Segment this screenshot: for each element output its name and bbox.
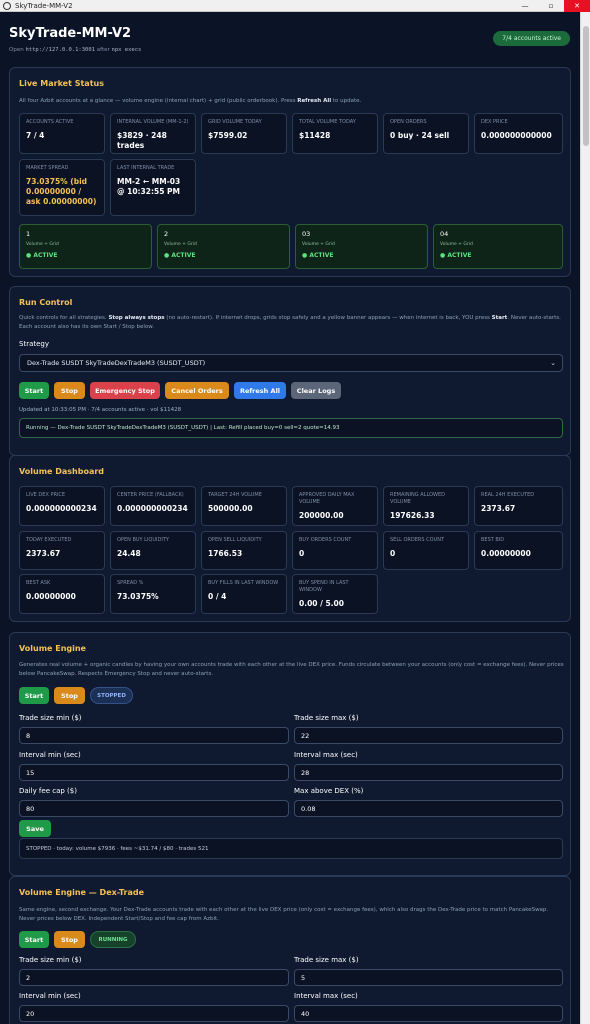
scrollbar-thumb[interactable] — [583, 26, 589, 146]
stat-buy-spend: BUY SPEND IN LAST WINDOW 0.00 / 5.00 — [292, 574, 378, 614]
page-title: SkyTrade-MM-V2 — [9, 26, 132, 41]
close-button[interactable]: ✕ — [564, 0, 590, 12]
engine-log: STOPPED · today: volume $7936 · fees ~$3… — [19, 838, 563, 859]
engine-status-badge: STOPPED — [90, 687, 133, 704]
status-badge: ● ACTIVE — [302, 252, 334, 259]
section-title: Volume Dashboard — [19, 467, 105, 476]
stat-today-executed: TODAY EXECUTED 2373.67 — [19, 531, 105, 570]
interval-min-label: Interval min (sec) — [19, 751, 81, 759]
page-subtitle: Open http://127.0.0.1:3001 after npx exe… — [9, 47, 142, 53]
stat-best-ask: BEST ASK 0.00000000 — [19, 574, 105, 614]
interval-max-input[interactable]: 28 — [294, 764, 563, 781]
volume-engine-card: Volume Engine Generates real volume + or… — [9, 632, 571, 876]
cancel-orders-button[interactable]: Cancel Orders — [165, 382, 229, 399]
updated-status: Updated at 10:33:05 PM · 7/4 accounts ac… — [19, 407, 182, 413]
stat-buy-fills: BUY FILLS IN LAST WINDOW 0 / 4 — [201, 574, 287, 614]
live-market-card: Live Market Status All four Azbit accoun… — [9, 67, 571, 277]
section-description: Same engine, second exchange. Your Dex-T… — [19, 907, 549, 922]
window-title: SkyTrade-MM-V2 — [15, 1, 73, 10]
stat-market-spread: MARKET SPREAD 73.0375% (bid 0.00000000 / … — [19, 159, 105, 216]
start-button[interactable]: Start — [19, 382, 49, 399]
trade-max-label: Trade size max ($) — [294, 714, 359, 722]
accounts-active-badge: 7/4 accounts active — [493, 31, 570, 46]
dex-engine-stop-button[interactable]: Stop — [54, 931, 85, 948]
interval-max-label: Interval max (sec) — [294, 751, 358, 759]
dex-trade-min-input[interactable]: 2 — [19, 969, 289, 986]
dex-trade-max-input[interactable]: 5 — [294, 969, 563, 986]
run-control-card: Run Control Quick controls for all strat… — [9, 286, 571, 456]
refresh-all-button[interactable]: Refresh All — [234, 382, 286, 399]
section-title: Volume Engine — Dex-Trade — [19, 888, 144, 897]
stat-grid-volume: GRID VOLUME TODAY $7599.02 — [201, 113, 287, 154]
stat-open-sell-liquidity: OPEN SELL LIQUIDITY 1766.53 — [201, 531, 287, 570]
page-content: SkyTrade-MM-V2 Open http://127.0.0.1:300… — [0, 12, 580, 1024]
dex-interval-min-input[interactable]: 20 — [19, 1005, 289, 1022]
stat-spread: SPREAD % 73.0375% — [110, 574, 196, 614]
dex-interval-max-input[interactable]: 40 — [294, 1005, 563, 1022]
max-above-dex-input[interactable]: 0.08 — [294, 800, 563, 817]
stat-open-orders: OPEN ORDERS 0 buy · 24 sell — [383, 113, 469, 154]
volume-dashboard-card: Volume Dashboard LIVE DEX PRICE 0.0000000… — [9, 455, 571, 622]
max-above-dex-label: Max above DEX (%) — [294, 787, 364, 795]
stat-remaining-volume: REMAINING ALLOWED VOLUME 197626.33 — [383, 486, 469, 526]
stat-sell-orders-count: SELL ORDERS COUNT 0 — [383, 531, 469, 570]
stat-total-volume: TOTAL VOLUME TODAY $11428 — [292, 113, 378, 154]
app-icon — [3, 1, 11, 10]
account-card-3[interactable]: 03 Volume + Grid ● ACTIVE — [295, 224, 428, 269]
stat-last-internal-trade: LAST INTERNAL TRADE MM-2 ← MM-03 @ 10:32:… — [110, 159, 196, 216]
strategy-label: Strategy — [19, 340, 49, 348]
page-header: SkyTrade-MM-V2 Open http://127.0.0.1:300… — [9, 26, 571, 70]
emergency-stop-button[interactable]: Emergency Stop — [90, 382, 160, 399]
section-description: Quick controls for all strategies. Stop … — [19, 315, 561, 330]
trade-min-input[interactable]: 8 — [19, 727, 289, 744]
dex-trade-min-label: Trade size min ($) — [19, 956, 82, 964]
fee-cap-input[interactable]: 80 — [19, 800, 289, 817]
engine-stop-button[interactable]: Stop — [54, 687, 85, 704]
dex-trade-engine-card: Volume Engine — Dex-Trade Same engine, s… — [9, 876, 571, 1024]
status-badge: ● ACTIVE — [440, 252, 472, 259]
stop-button[interactable]: Stop — [54, 382, 85, 399]
run-log: Running — Dex-Trade SUSDT SkyTradeDexTra… — [19, 418, 563, 438]
stat-internal-volume: INTERNAL VOLUME (MM-1-2) $3829 · 248 trad… — [110, 113, 196, 154]
account-card-4[interactable]: 04 Volume + Grid ● ACTIVE — [433, 224, 563, 269]
stat-approved-max-volume: APPROVED DAILY MAX VOLUME 200000.00 — [292, 486, 378, 526]
dex-trade-max-label: Trade size max ($) — [294, 956, 359, 964]
maximize-button[interactable]: ▫ — [538, 2, 564, 10]
stat-buy-orders-count: BUY ORDERS COUNT 0 — [292, 531, 378, 570]
clear-logs-button[interactable]: Clear Logs — [291, 382, 341, 399]
section-title: Run Control — [19, 298, 73, 307]
minimize-button[interactable]: — — [512, 2, 538, 10]
section-description: Generates real volume + organic candles … — [19, 662, 564, 677]
stat-open-buy-liquidity: OPEN BUY LIQUIDITY 24.48 — [110, 531, 196, 570]
save-button[interactable]: Save — [19, 820, 51, 837]
stat-live-dex-price: LIVE DEX PRICE 0.000000000234 — [19, 486, 105, 526]
stat-dex-price: DEX PRICE 0.000000000000 — [474, 113, 563, 154]
dex-interval-min-label: Interval min (sec) — [19, 992, 81, 1000]
stat-best-bid: BEST BID 0.00000000 — [474, 531, 563, 570]
account-card-2[interactable]: 2 Volume + Grid ● ACTIVE — [157, 224, 290, 269]
status-badge: ● ACTIVE — [26, 252, 58, 259]
chevron-down-icon: ⌄ — [550, 359, 556, 367]
dex-engine-status-badge: RUNNING — [90, 931, 136, 948]
vertical-scrollbar[interactable] — [580, 12, 590, 1024]
account-card-1[interactable]: 1 Volume + Grid ● ACTIVE — [19, 224, 152, 269]
stat-real-24h-executed: REAL 24H EXECUTED 2373.67 — [474, 486, 563, 526]
stat-accounts-active: ACCOUNTS ACTIVE 7 / 4 — [19, 113, 105, 154]
section-description: All four Azbit accounts at a glance — vo… — [19, 98, 362, 104]
dex-engine-start-button[interactable]: Start — [19, 931, 49, 948]
fee-cap-label: Daily fee cap ($) — [19, 787, 77, 795]
interval-min-input[interactable]: 15 — [19, 764, 289, 781]
dex-interval-max-label: Interval max (sec) — [294, 992, 358, 1000]
trade-max-input[interactable]: 22 — [294, 727, 563, 744]
stat-target-volume: TARGET 24H VOLUME 500000.00 — [201, 486, 287, 526]
local-url[interactable]: http://127.0.0.1:3001 — [25, 47, 95, 53]
window-titlebar: SkyTrade-MM-V2 — ▫ ✕ — [0, 0, 590, 12]
stat-center-price: CENTER PRICE (FALLBACK) 0.000000000234 — [110, 486, 196, 526]
section-title: Live Market Status — [19, 79, 104, 88]
engine-start-button[interactable]: Start — [19, 687, 49, 704]
trade-min-label: Trade size min ($) — [19, 714, 82, 722]
status-badge: ● ACTIVE — [164, 252, 196, 259]
strategy-select[interactable]: Dex-Trade SUSDT SkyTradeDexTradeM3 (SUSD… — [19, 354, 563, 372]
section-title: Volume Engine — [19, 644, 86, 653]
